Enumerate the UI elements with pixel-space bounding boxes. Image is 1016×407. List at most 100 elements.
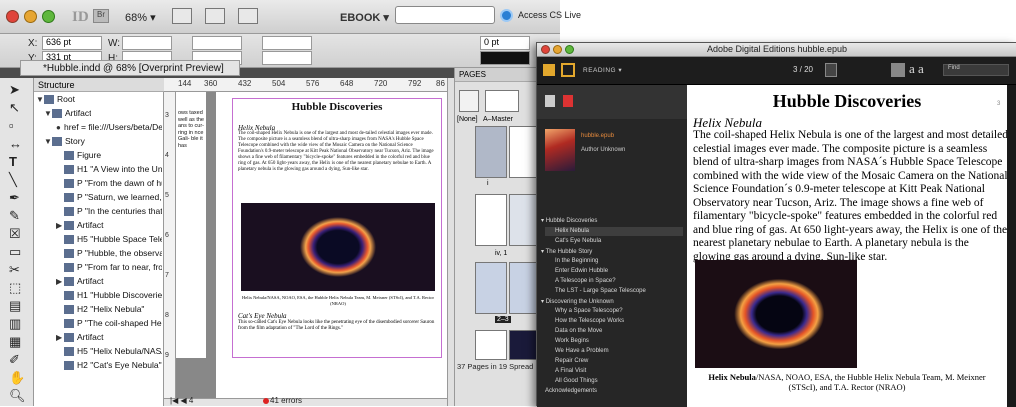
structure-row[interactable]: ▶ Artifact (56, 220, 162, 234)
gradient-feather-tool-icon[interactable]: ▥ (9, 316, 21, 332)
stroke-type-dropdown[interactable] (480, 51, 530, 65)
eyedropper-tool-icon[interactable]: ✐ (9, 352, 20, 368)
gradient-tool-icon[interactable]: ▤ (9, 298, 21, 314)
disclosure-triangle-icon[interactable]: ▶ (56, 277, 64, 286)
toc-item[interactable]: A Final Visit (555, 368, 586, 374)
preflight-errors[interactable]: 41 errors (270, 396, 302, 405)
font-size-control[interactable]: a a (909, 61, 924, 77)
structure-row[interactable]: ▼ Root (36, 94, 75, 108)
reading-pane[interactable]: Hubble Discoveries Helix Nebula The coil… (687, 85, 1007, 407)
structure-row[interactable]: ▼ Story (44, 136, 85, 150)
minimize-window-button[interactable] (553, 45, 562, 54)
toc-item[interactable]: The LST - Large Space Telescope (555, 288, 646, 294)
structure-row[interactable]: ▶ Artifact (56, 332, 162, 346)
none-master-thumb[interactable] (459, 90, 479, 112)
structure-row[interactable]: ● href = file:///Users/beta/De (56, 122, 162, 136)
screen-mode-icon[interactable] (205, 8, 225, 24)
view-options-icon[interactable] (172, 8, 192, 24)
zoom-tool-icon[interactable]: 🔍︎ (9, 388, 26, 404)
gap-tool-icon[interactable]: ↔ (9, 136, 22, 151)
page-number-field[interactable]: 3 / 20 (773, 65, 833, 74)
toc-item[interactable]: ▾ The Hubble Story (541, 248, 592, 255)
toc-item[interactable]: In the Beginning (555, 258, 598, 264)
toc-icon[interactable] (563, 95, 573, 107)
selection-tool-icon[interactable]: ➤ (9, 82, 20, 98)
scale-x-field[interactable] (192, 36, 242, 50)
toc-item[interactable]: Data on the Move (555, 328, 602, 334)
page-thumb-4[interactable] (475, 330, 507, 360)
disclosure-triangle-icon[interactable]: ▼ (44, 109, 52, 118)
structure-row[interactable]: H2 "Cat's Eye Nebula" (56, 360, 162, 374)
reading-mode-label[interactable]: READING ▾ (583, 66, 622, 74)
structure-row[interactable]: ▼ Artifact (44, 108, 91, 122)
rectangle-frame-tool-icon[interactable]: ☒ (9, 226, 21, 242)
type-tool-icon[interactable]: T (9, 154, 17, 169)
zoom-window-button[interactable] (565, 45, 574, 54)
page-number-field[interactable]: |◀ ◀ 4 (170, 396, 193, 405)
toc-item[interactable]: Enter Edwin Hubble (555, 268, 608, 274)
toc-item[interactable]: How the Telescope Works (555, 318, 624, 324)
toc-item[interactable]: All Good Things (555, 378, 598, 384)
note-tool-icon[interactable]: ▦ (9, 334, 21, 350)
minimize-window-button[interactable] (24, 10, 37, 23)
disclosure-triangle-icon[interactable]: ▼ (36, 95, 44, 104)
structure-row[interactable]: P "Saturn, we learned, h (56, 192, 162, 206)
structure-row[interactable]: P "The coil-shaped Helix (56, 318, 162, 332)
arrange-documents-icon[interactable] (238, 8, 258, 24)
zoom-window-button[interactable] (42, 10, 55, 23)
toc-item[interactable]: ▾ Hubble Discoveries (541, 217, 597, 224)
structure-row[interactable]: H5 "Hubble Space Teles (56, 234, 162, 248)
structure-row[interactable]: H1 "Hubble Discoveries (56, 290, 162, 304)
structure-row[interactable]: H5 "Helix Nebula/NASA (56, 346, 162, 360)
cs-live-button[interactable]: Access CS Live (518, 10, 581, 20)
toc-item[interactable]: Helix Nebula (555, 228, 589, 234)
disclosure-triangle-icon[interactable]: ▶ (56, 221, 64, 230)
document-tab[interactable]: *Hubble.indd @ 68% [Overprint Preview] (20, 60, 240, 76)
w-field[interactable] (122, 36, 172, 50)
workspace-switcher[interactable]: EBOOK ▾ (340, 11, 389, 24)
reading-view-icon[interactable] (561, 63, 575, 77)
pencil-tool-icon[interactable]: ✎ (9, 208, 20, 224)
zoom-level-dropdown[interactable]: 68% ▾ (125, 11, 156, 24)
structure-row[interactable]: H2 "Helix Nebula" (56, 304, 162, 318)
toc-item[interactable]: Acknowledgements (545, 388, 597, 394)
stroke-weight-field[interactable]: 0 pt (480, 36, 530, 50)
page-tool-icon[interactable]: ▫ (9, 118, 14, 133)
hand-tool-icon[interactable]: ✋ (9, 370, 25, 386)
book-cover-thumbnail[interactable] (545, 129, 575, 171)
library-view-icon[interactable] (543, 64, 555, 76)
shear-field[interactable] (262, 51, 312, 65)
toc-item[interactable]: Repair Crew (555, 358, 588, 364)
pen-tool-icon[interactable]: ✒ (9, 190, 20, 206)
page-thumb-iv[interactable] (475, 194, 507, 246)
structure-row[interactable]: P "In the centuries that (56, 206, 162, 220)
page-thumb-2[interactable] (475, 262, 507, 314)
a-master-thumb[interactable] (485, 90, 519, 112)
toc-item[interactable]: Why a Space Telescope? (555, 308, 623, 314)
close-window-button[interactable] (541, 45, 550, 54)
toc-item[interactable]: Cat's Eye Nebula (555, 238, 601, 244)
line-tool-icon[interactable]: ╲ (9, 172, 17, 188)
search-input[interactable] (395, 6, 495, 24)
bridge-button[interactable]: Br (93, 9, 109, 23)
toc-item[interactable]: We Have a Problem (555, 348, 609, 354)
direct-selection-tool-icon[interactable]: ↖ (9, 100, 20, 116)
structure-row[interactable]: P "Hubble, the observat (56, 248, 162, 262)
vertical-scrollbar[interactable] (447, 78, 454, 406)
reading-scrollbar[interactable] (1007, 85, 1016, 407)
rectangle-tool-icon[interactable]: ▭ (9, 244, 21, 260)
toc-item[interactable]: A Telescope in Space? (555, 278, 616, 284)
toc-item[interactable]: ▾ Discovering the Unknown (541, 298, 614, 305)
scissors-tool-icon[interactable]: ✂ (9, 262, 20, 278)
x-field[interactable]: 636 pt (42, 36, 102, 50)
disclosure-triangle-icon[interactable]: ▶ (56, 333, 64, 342)
disclosure-triangle-icon[interactable]: ▼ (44, 137, 52, 146)
print-icon[interactable] (891, 63, 905, 77)
structure-row[interactable]: Figure (56, 150, 162, 164)
page-thumb-i[interactable] (475, 126, 507, 178)
rotate-field[interactable] (262, 36, 312, 50)
structure-row[interactable]: ▶ Artifact (56, 276, 162, 290)
bookmark-icon[interactable] (545, 95, 555, 107)
structure-row[interactable]: P "From far to near, fror (56, 262, 162, 276)
find-input[interactable]: Find (943, 64, 1009, 76)
